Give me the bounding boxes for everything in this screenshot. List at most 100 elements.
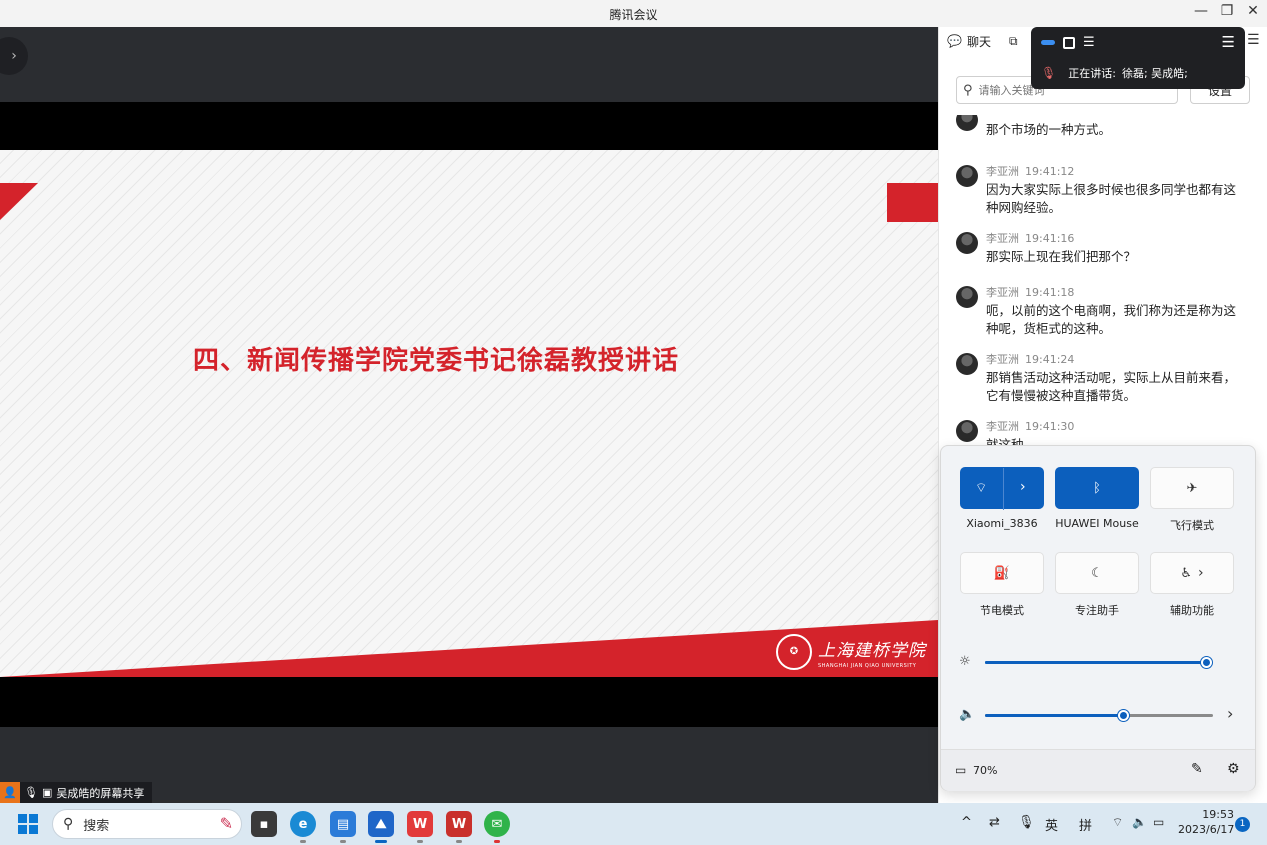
avatar [956,353,978,375]
wifi-toggle[interactable]: ⌔ › [960,467,1044,510]
message-text: 那销售活动这种活动呢，实际上从目前来看，它有慢慢被这种直播带货。 [986,370,1237,403]
more-menu-icon[interactable]: ☰ [1222,33,1235,51]
ime-language[interactable]: 英 [1045,815,1058,834]
message-sender: 李亚洲 [986,286,1019,299]
university-name-en: SHANGHAI JIAN QIAO UNIVERSITY [818,662,917,669]
airplane-mode-toggle[interactable]: ✈ [1150,467,1234,509]
search-icon: ⚲ [963,82,973,98]
clock-date: 2023/6/17 [1178,823,1235,836]
panel-menu-icon[interactable]: ☰ [1247,32,1260,48]
battery-percent: 70% [973,764,998,777]
focus-assist-toggle[interactable]: ☾ [1055,552,1139,594]
chat-message: 李亚洲 19:41:18 呃，以前的这个电商啊，我们称为还是称为这种呢，货柜式的这… [956,284,1256,338]
shared-screen-area: › 四、新闻传播学院党委书记徐磊教授讲话 ✪ 上海建桥学院 SHANGHAI J… [0,27,938,803]
minimize-button[interactable]: — [1190,3,1212,19]
close-button[interactable]: ✕ [1242,3,1264,19]
tray-battery-icon[interactable]: ▭ [1153,815,1164,829]
taskbar-search-label: 搜索 [83,818,110,834]
start-button[interactable] [18,814,38,834]
message-time: 19:41:30 [1025,420,1075,433]
search-highlight-icon: ✎ [219,814,233,833]
tray-overflow-icon[interactable]: ^ [961,815,972,830]
wifi-icon: ⌔ [975,481,988,496]
moon-icon: ☾ [1091,565,1103,581]
expand-toolbar-button[interactable]: › [0,37,28,75]
tencent-meeting-icon[interactable]: ⛰ [368,811,394,837]
chevron-right-icon[interactable]: › [1020,479,1026,495]
file-app-icon[interactable]: ▤ [330,811,356,837]
slide-heading: 四、新闻传播学院党委书记徐磊教授讲话 [193,346,680,376]
wifi-label: Xiaomi_3836 [966,517,1038,530]
notification-badge[interactable]: 1 [1235,817,1250,832]
message-sender: 李亚洲 [986,420,1019,433]
tray-mic-icon[interactable]: 🎙 [1018,815,1035,830]
chevron-right-icon: › [1198,565,1204,581]
avatar [956,232,978,254]
message-text: 因为大家实际上很多时候也很多同学也都有这种网购经验。 [986,182,1237,215]
wps-writer-icon[interactable]: W [446,811,472,837]
tray-network-adapter-icon[interactable]: ⇄ [989,815,1000,830]
volume-fill [985,714,1125,717]
quick-settings-panel: ⌔ › Xiaomi_3836 ᛒ HUAWEI Mouse ✈ 飞行模式 ⛽ … [940,445,1256,791]
chat-message: 李亚洲 19:41:24 那销售活动这种活动呢，实际上从目前来看，它有慢慢被这种直… [956,351,1256,405]
taskbar: ⚲ 搜索 ✎ ▪ e ▤ ⛰ W W ✉ ^ ⇄ 🎙 英 拼 ⌔ 🔈 ▭ [0,803,1267,845]
letterbox-top [0,102,938,150]
wps-office-icon[interactable]: W [407,811,433,837]
message-time: 19:41:16 [1025,232,1075,245]
chat-bubble-icon: 💬 [947,34,962,48]
list-view-icon[interactable]: ☰ [1083,35,1095,50]
collapse-icon[interactable] [1041,40,1055,45]
letterbox-bottom [0,677,938,727]
chat-message: 李亚洲 19:41:12 因为大家实际上很多时候也很多同学也都有这种网购经验。 [956,163,1256,217]
chat-message-list: 那个市场的一种方式。 李亚洲 19:41:12 因为大家实际上很多时候也很多同学也… [939,115,1267,445]
brightness-slider[interactable] [1201,657,1212,668]
avatar [956,286,978,308]
tray-wifi-icon[interactable]: ⌔ [1112,815,1123,830]
title-bar: 腾讯会议 — ❐ ✕ [0,0,1267,27]
university-name-cn: 上海建桥学院 [818,640,926,661]
taskbar-search[interactable]: ⚲ 搜索 ✎ [52,809,242,839]
bluetooth-toggle[interactable]: ᛒ [1055,467,1139,509]
window-title: 腾讯会议 [609,8,658,22]
wechat-icon[interactable]: ✉ [484,811,510,837]
battery-saver-label: 节电模式 [980,604,1024,617]
edge-browser-icon[interactable]: e [290,811,316,837]
system-clock[interactable]: 19:53 2023/6/17 [1178,807,1234,837]
person-icon: 👤 [0,782,20,803]
message-sender: 李亚洲 [986,353,1019,366]
slide-corner-triangle [0,183,38,220]
message-text: 就这种 [986,437,1024,445]
tab-chat[interactable]: 💬 聊天 [947,33,991,50]
message-time: 19:41:24 [1025,353,1075,366]
restore-button[interactable]: ❐ [1216,3,1238,19]
volume-icon: 🔈 [959,707,976,722]
chat-message: 那个市场的一种方式。 [956,115,1256,139]
university-seal-icon: ✪ [776,634,812,670]
avatar [956,165,978,187]
edit-pencil-icon[interactable]: ✎ [1191,761,1203,777]
battery-saver-toggle[interactable]: ⛽ [960,552,1044,594]
avatar [956,420,978,442]
focus-assist-label: 专注助手 [1075,604,1119,617]
message-text: 那实际上现在我们把那个？ [986,249,1137,264]
tab-chat-label: 聊天 [966,34,991,49]
settings-gear-icon[interactable]: ⚙ [1227,761,1240,777]
accessibility-icon: ♿ [1180,565,1193,581]
ime-mode[interactable]: 拼 [1079,815,1092,834]
accessibility-toggle[interactable]: ♿ › [1150,552,1234,594]
slide-corner-block [887,183,938,222]
mic-muted-icon: 🎙 [1041,66,1057,80]
chevron-right-icon[interactable]: › [1227,704,1233,723]
battery-saver-icon: ⛽ [993,565,1011,581]
battery-icon: ▭ [955,763,967,777]
brightness-icon: ☼ [959,654,971,669]
message-time: 19:41:18 [1025,286,1075,299]
popout-icon: ⧉ [1008,33,1018,48]
volume-slider[interactable] [1118,710,1130,721]
popout-chat-button[interactable]: ⧉ [1009,34,1023,49]
window-mode-icon[interactable] [1063,36,1075,49]
message-sender: 李亚洲 [986,165,1019,178]
taskview-app-icon[interactable]: ▪ [251,811,277,837]
tray-volume-icon[interactable]: 🔈 [1132,815,1147,829]
message-time: 19:41:12 [1025,165,1075,178]
